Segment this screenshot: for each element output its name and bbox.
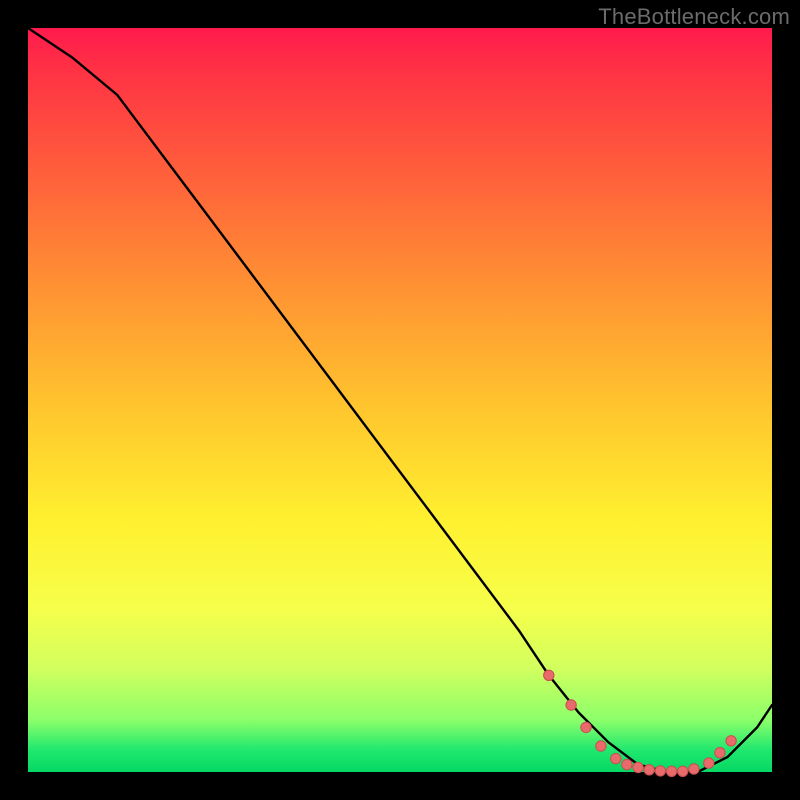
curve-marker	[689, 764, 699, 774]
chart-stage: TheBottleneck.com	[0, 0, 800, 800]
curve-marker	[655, 766, 665, 776]
curve-marker	[622, 759, 632, 769]
curve-marker	[581, 722, 591, 732]
curve-marker	[715, 748, 725, 758]
curve-marker	[678, 766, 688, 776]
curve-marker	[566, 700, 576, 710]
curve-marker	[544, 670, 554, 680]
curve-markers	[544, 670, 737, 776]
curve-marker	[596, 741, 606, 751]
curve-marker	[633, 762, 643, 772]
bottleneck-curve-line	[28, 28, 772, 772]
curve-marker	[666, 766, 676, 776]
chart-overlay	[28, 28, 772, 772]
curve-marker	[704, 758, 714, 768]
curve-marker	[611, 753, 621, 763]
plot-area	[28, 28, 772, 772]
watermark-text: TheBottleneck.com	[598, 4, 790, 30]
curve-marker	[726, 736, 736, 746]
curve-marker	[644, 765, 654, 775]
